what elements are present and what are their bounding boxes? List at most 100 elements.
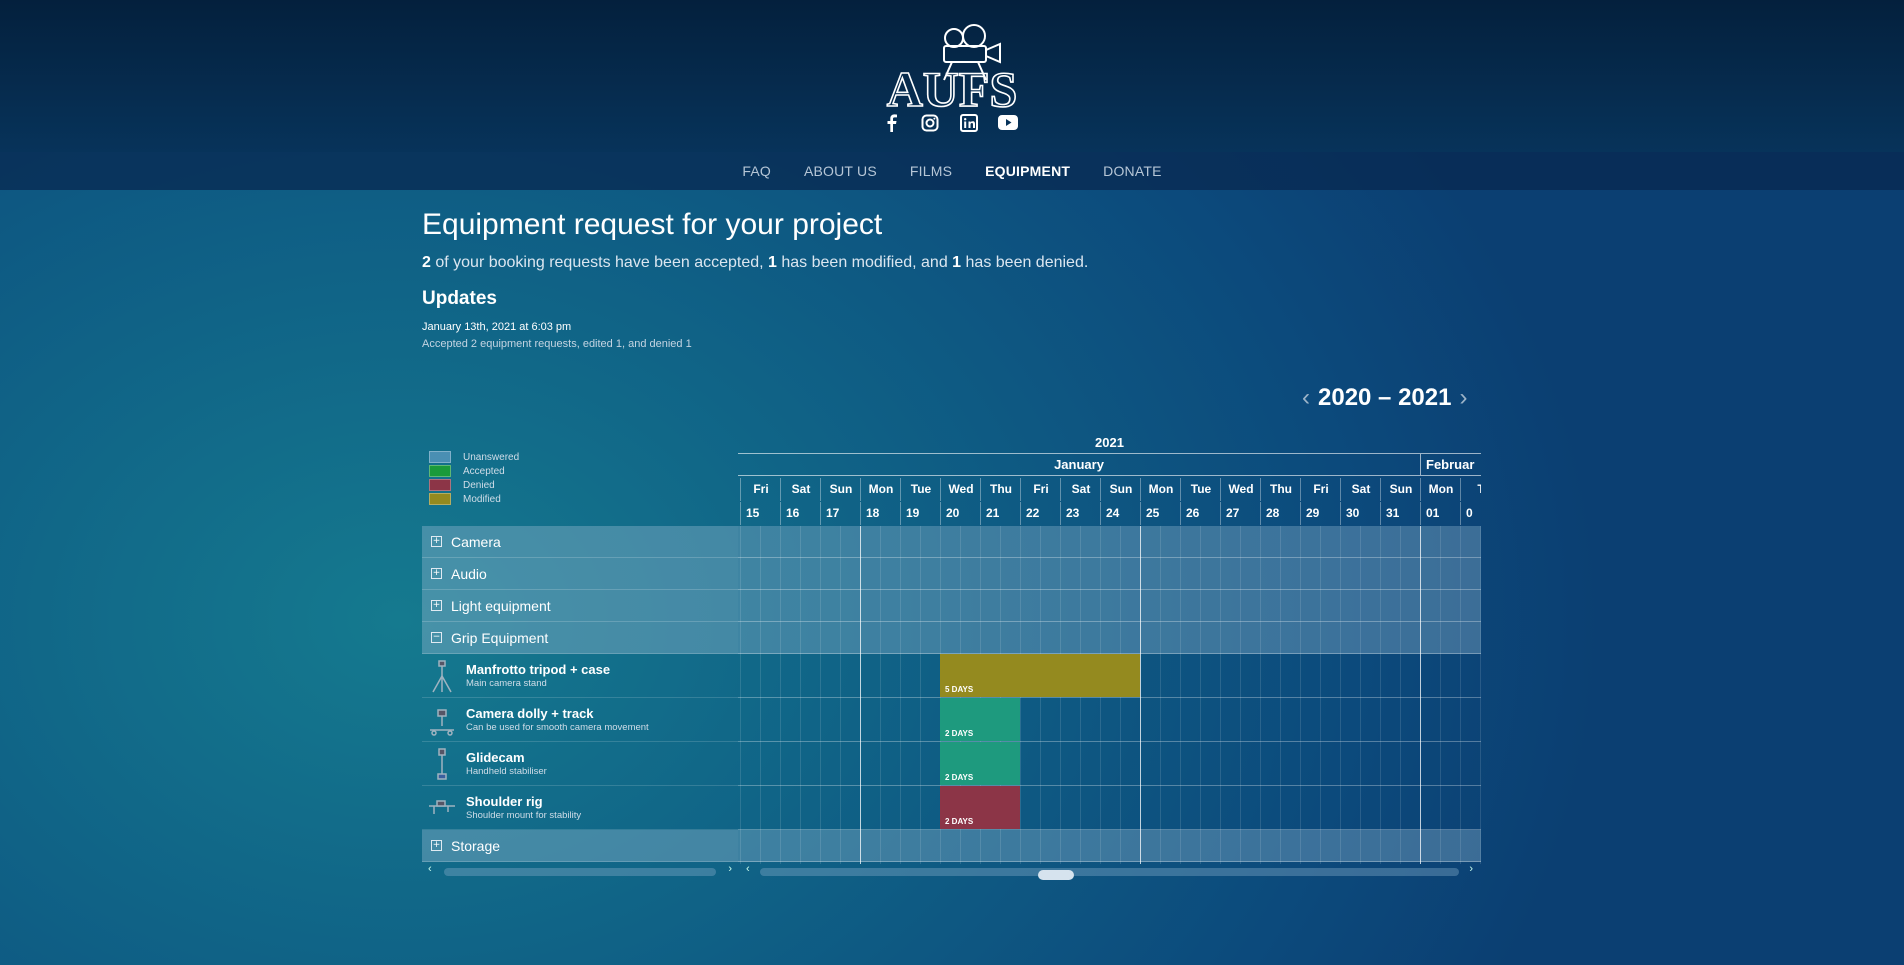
linkedin-icon[interactable] bbox=[958, 112, 979, 133]
equipment-item-manfrotto-tripod[interactable]: Manfrotto tripod + case Main camera stan… bbox=[422, 654, 738, 698]
booking-duration-label: 2 DAYS bbox=[945, 817, 974, 826]
day-of-week: Thu bbox=[980, 478, 1021, 501]
day-of-week: Sat bbox=[1060, 478, 1101, 501]
item-text: Glidecam Handheld stabiliser bbox=[466, 750, 547, 777]
category-storage[interactable]: + Storage bbox=[422, 830, 738, 862]
grid-line bbox=[880, 526, 881, 864]
item-description: Main camera stand bbox=[466, 678, 547, 689]
day-of-week: Mon bbox=[1420, 478, 1461, 501]
legend-item-accepted: Accepted bbox=[429, 464, 519, 478]
denied-text: has been denied. bbox=[961, 254, 1089, 271]
day-of-week: Tue bbox=[900, 478, 941, 501]
day-of-week: Wed bbox=[940, 478, 981, 501]
item-description: Can be used for smooth camera movement bbox=[466, 722, 649, 733]
glidecam-icon bbox=[437, 747, 447, 780]
day-date: 0 bbox=[1460, 502, 1481, 525]
day-date: 15 bbox=[740, 502, 780, 525]
grid-line bbox=[1440, 526, 1441, 864]
social-links bbox=[880, 112, 1018, 133]
nav-films[interactable]: FILMS bbox=[910, 163, 952, 179]
instagram-icon[interactable] bbox=[919, 112, 940, 133]
prev-year-button[interactable]: ‹ bbox=[1302, 382, 1310, 414]
logo-text: AUFS bbox=[887, 61, 1018, 110]
equipment-item-glidecam[interactable]: Glidecam Handheld stabiliser bbox=[422, 742, 738, 786]
item-description: Shoulder mount for stability bbox=[466, 810, 582, 821]
timeline-item-row[interactable] bbox=[738, 742, 1481, 786]
legend-label: Accepted bbox=[463, 465, 505, 477]
scroll-right-button[interactable]: › bbox=[728, 863, 732, 875]
timeline-category-row[interactable] bbox=[738, 830, 1481, 862]
grid-line bbox=[1220, 526, 1221, 864]
expand-icon[interactable]: + bbox=[431, 536, 442, 547]
item-text: Camera dolly + track Can be used for smo… bbox=[466, 706, 649, 733]
denied-count: 1 bbox=[952, 254, 962, 271]
legend-swatch bbox=[429, 479, 451, 491]
day-date: 24 bbox=[1100, 502, 1140, 525]
collapse-icon[interactable]: − bbox=[431, 632, 442, 643]
booking-bar-accepted[interactable]: 2 DAYS bbox=[940, 698, 1020, 741]
expand-icon[interactable]: + bbox=[431, 568, 442, 579]
update-date: January 13th, 2021 at 6:03 pm bbox=[422, 321, 572, 333]
facebook-icon[interactable] bbox=[880, 112, 901, 133]
day-date: 17 bbox=[820, 502, 860, 525]
grid-line bbox=[1400, 526, 1401, 864]
scrollbar-track[interactable] bbox=[760, 868, 1459, 880]
timeline-category-row[interactable] bbox=[738, 558, 1481, 590]
nav-equipment[interactable]: EQUIPMENT bbox=[985, 163, 1070, 179]
equipment-item-camera-dolly[interactable]: Camera dolly + track Can be used for smo… bbox=[422, 698, 738, 742]
day-of-week: Wed bbox=[1220, 478, 1261, 501]
legend-item-denied: Denied bbox=[429, 478, 519, 492]
timeline-scrollbar[interactable]: ‹ › bbox=[738, 863, 1481, 880]
day-of-week: Thu bbox=[1260, 478, 1301, 501]
booking-bar-accepted[interactable]: 2 DAYS bbox=[940, 742, 1020, 785]
booking-summary: 2 of your booking requests have been acc… bbox=[422, 254, 1088, 272]
scroll-left-button[interactable]: ‹ bbox=[428, 863, 432, 875]
legend-label: Modified bbox=[463, 493, 501, 505]
youtube-icon[interactable] bbox=[997, 112, 1018, 133]
timeline-category-row[interactable] bbox=[738, 622, 1481, 654]
expand-icon[interactable]: + bbox=[431, 840, 442, 851]
nav-faq[interactable]: FAQ bbox=[742, 163, 771, 179]
category-light-equipment[interactable]: + Light equipment bbox=[422, 590, 738, 622]
timeline-month: January bbox=[738, 454, 1420, 476]
scrollbar-thumb[interactable] bbox=[1038, 870, 1074, 880]
timeline-item-row[interactable] bbox=[738, 698, 1481, 742]
category-audio[interactable]: + Audio bbox=[422, 558, 738, 590]
expand-icon[interactable]: + bbox=[431, 600, 442, 611]
nav-donate[interactable]: DONATE bbox=[1103, 163, 1162, 179]
day-date: 31 bbox=[1380, 502, 1420, 525]
aufs-logo[interactable]: AUFS bbox=[882, 24, 1022, 110]
category-label: Audio bbox=[451, 565, 487, 582]
item-description: Handheld stabiliser bbox=[466, 766, 547, 777]
grid-line bbox=[760, 526, 761, 864]
booking-bar-modified[interactable]: 5 DAYS bbox=[940, 654, 1140, 697]
equipment-item-shoulder-rig[interactable]: Shoulder rig Shoulder mount for stabilit… bbox=[422, 786, 738, 830]
grid-line bbox=[1380, 526, 1381, 864]
nav-about-us[interactable]: ABOUT US bbox=[804, 163, 877, 179]
scroll-left-button[interactable]: ‹ bbox=[746, 863, 750, 875]
timeline-grid: 5 DAYS 2 DAYS 2 DAYS 2 DAYS bbox=[738, 526, 1481, 864]
accepted-count: 2 bbox=[422, 254, 431, 271]
scrollbar-track[interactable] bbox=[444, 868, 716, 876]
update-text: Accepted 2 equipment requests, edited 1,… bbox=[422, 338, 692, 350]
category-label: Grip Equipment bbox=[451, 629, 549, 646]
grid-line bbox=[1160, 526, 1161, 864]
next-year-button[interactable]: › bbox=[1459, 382, 1467, 414]
timeline-category-row[interactable] bbox=[738, 590, 1481, 622]
booking-duration-label: 2 DAYS bbox=[945, 729, 974, 738]
timeline-category-row[interactable] bbox=[738, 526, 1481, 558]
timeline-item-row[interactable] bbox=[738, 786, 1481, 830]
category-camera[interactable]: + Camera bbox=[422, 526, 738, 558]
category-grip-equipment[interactable]: − Grip Equipment bbox=[422, 622, 738, 654]
day-date: 28 bbox=[1260, 502, 1300, 525]
grid-line bbox=[1240, 526, 1241, 864]
scroll-right-button[interactable]: › bbox=[1469, 863, 1473, 875]
item-name: Shoulder rig bbox=[466, 794, 543, 809]
timeline-content: 2021 5 DAYS 2 DAYS 2 DAYS 2 DAYS January Feb… bbox=[738, 432, 1481, 864]
booking-bar-denied[interactable]: 2 DAYS bbox=[940, 786, 1020, 829]
day-date: 21 bbox=[980, 502, 1020, 525]
main-nav: FAQ ABOUT US FILMS EQUIPMENT DONATE bbox=[0, 152, 1904, 190]
grid-line bbox=[1300, 526, 1301, 864]
sidebar-scrollbar[interactable]: ‹ › bbox=[422, 863, 738, 877]
day-of-week: Sat bbox=[1340, 478, 1381, 501]
